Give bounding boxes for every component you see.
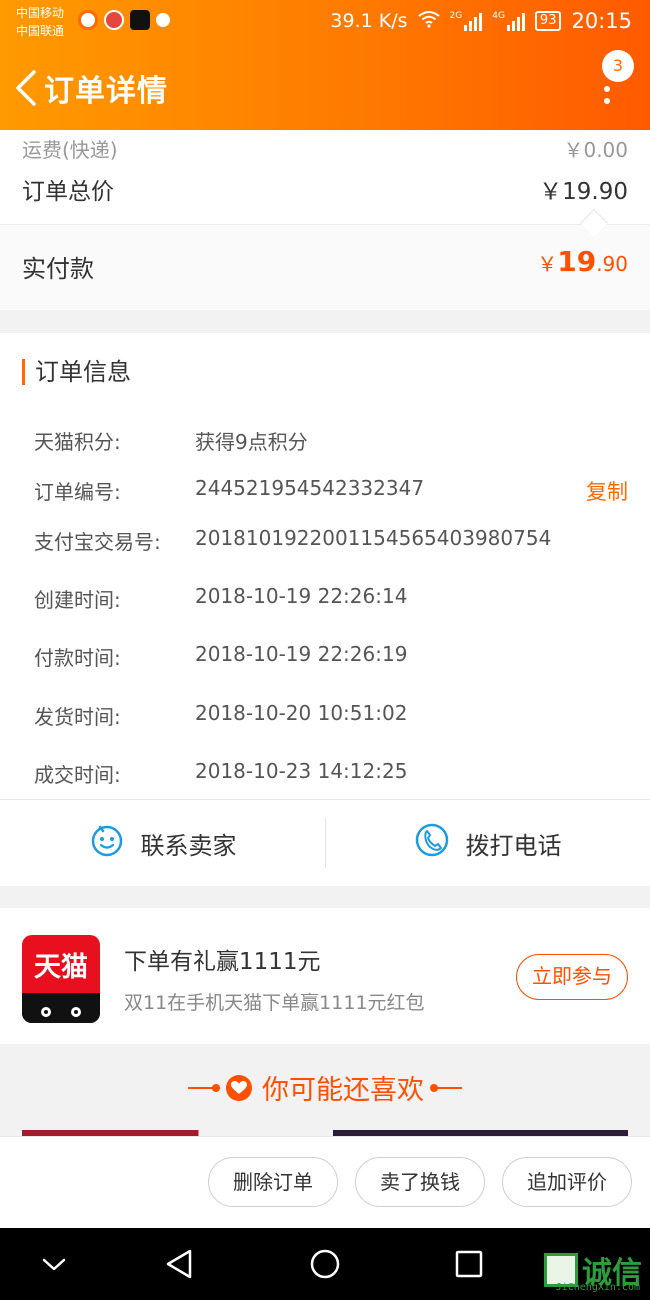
add-review-button[interactable]: 追加评价 [502,1157,632,1207]
promo-title: 下单有礼赢1111元 [124,949,321,975]
tmall-cat-icon [22,993,100,1023]
carrier-2: 中国联通 [16,24,65,38]
info-label: 创建时间: [34,588,121,612]
phone-icon [414,822,450,864]
chat-smile-icon [89,822,125,864]
info-value: 2018-10-19 22:26:14 [195,584,408,608]
order-action-bar: 删除订单 卖了换钱 追加评价 [0,1136,650,1228]
paid-row: 实付款 ￥19.90 [0,225,650,310]
decor-line [430,1083,462,1092]
join-now-button[interactable]: 立即参与 [516,954,628,1000]
info-row-completed: 成交时间: 2018-10-23 14:12:25 [34,759,628,789]
tmall-logo-text: 天猫 [34,952,88,983]
status-bar: 中国移动 中国联通 39.1 K/s 2G 4G 93 20:15 [0,0,650,44]
promo-subtitle: 双11在手机天猫下单赢1111元红包 [124,992,425,1014]
divider [0,224,650,225]
recommend-title: 你可能还喜欢 [262,1075,424,1106]
info-value: 2018-10-20 10:51:02 [195,701,408,725]
top-bar: 中国移动 中国联通 39.1 K/s 2G 4G 93 20:15 订单详情 3 [0,0,650,130]
info-value: 2018-10-19 22:26:19 [195,642,408,666]
info-label: 发货时间: [34,705,121,729]
paid-integer: 19 [557,245,597,278]
shipping-row: 运费(快递) ￥0.00 [22,134,628,163]
more-dot-icon [604,98,610,104]
info-value: 获得9点积分 [195,430,308,454]
notification-icons [78,10,170,30]
paid-currency: ￥ [537,252,558,276]
more-dot-icon [604,86,610,92]
contact-seller-button[interactable]: 联系卖家 [0,800,325,886]
info-value: 2018-10-23 14:12:25 [195,759,408,783]
battery-icon: 93 [534,11,562,31]
carrier-1: 中国移动 [16,6,65,20]
order-info-section: 订单信息 天猫积分: 获得9点积分 订单编号: 2445219545423323… [0,333,650,886]
paid-label: 实付款 [22,255,94,283]
call-phone-button[interactable]: 拨打电话 [325,800,650,886]
signal-icon-1: 2G [450,11,483,31]
total-value: ￥19.90 [539,179,628,205]
decor-line [188,1083,220,1092]
info-label: 成交时间: [34,763,121,787]
net-speed: 39.1 K/s [330,10,408,32]
info-label: 订单编号: [34,480,121,504]
shipping-value: ￥0.00 [563,138,628,162]
carrier-info: 中国移动 中国联通 [16,4,64,40]
status-right: 39.1 K/s 2G 4G 93 20:15 [330,9,632,33]
info-value: 2018101922001154565403980754 [195,526,552,550]
nav-back-icon[interactable] [162,1246,198,1282]
resell-button[interactable]: 卖了换钱 [355,1157,485,1207]
watermark-subtext: JiChengXin.com [555,1282,640,1293]
wifi-icon [417,9,440,33]
call-phone-label: 拨打电话 [465,831,562,860]
total-row: 订单总价 ￥19.90 [22,172,628,206]
copy-button[interactable]: 复制 [586,476,628,506]
info-row-shipped: 发货时间: 2018-10-20 10:51:02 [34,701,628,731]
info-label: 支付宝交易号: [34,530,161,554]
info-value: 244521954542332347 [195,476,425,500]
recommend-section: 你可能还喜欢 [0,1044,650,1136]
paid-amount: ￥19.90 [537,245,628,278]
info-row-points: 天猫积分: 获得9点积分 [34,426,628,456]
location-icon [156,13,170,27]
price-summary: 运费(快递) ￥0.00 订单总价 ￥19.90 实付款 ￥19.90 [0,130,650,310]
info-label: 付款时间: [34,646,121,670]
total-label: 订单总价 [22,179,114,205]
contact-bar: 联系卖家 拨打电话 [0,800,650,886]
tiktok-icon [130,10,150,30]
header: 订单详情 3 [0,44,650,130]
nav-home-icon[interactable] [307,1246,343,1282]
info-label: 天猫积分: [34,430,121,454]
chevron-down-icon[interactable] [36,1246,72,1282]
clock: 20:15 [571,9,632,33]
back-arrow-icon[interactable] [12,70,42,106]
message-count-badge[interactable]: 3 [602,50,634,82]
page-title: 订单详情 [44,74,168,109]
weibo-icon [78,10,98,30]
nav-recents-icon[interactable] [451,1246,487,1282]
info-row-created: 创建时间: 2018-10-19 22:26:14 [34,584,628,614]
system-nav-bar: 诚信 JiChengXin.com [0,1228,650,1300]
info-row-alipay-number: 支付宝交易号: 2018101922001154565403980754 [34,526,628,556]
promo-banner[interactable]: 天猫 下单有礼赢1111元 双11在手机天猫下单赢1111元红包 立即参与 [0,908,650,1044]
signal-icon-2: 4G [492,11,525,31]
paid-decimal: .90 [596,252,628,276]
info-row-order-number: 订单编号: 244521954542332347 复制 [34,476,628,506]
contact-seller-label: 联系卖家 [140,831,237,860]
delete-order-button[interactable]: 删除订单 [208,1157,338,1207]
app-notification-icon [104,10,124,30]
shipping-label: 运费(快递) [22,138,118,162]
tmall-logo: 天猫 [22,935,100,1023]
heart-icon [226,1074,252,1101]
recommend-header: 你可能还喜欢 [0,1068,650,1107]
section-title: 订单信息 [22,359,131,385]
info-row-paid: 付款时间: 2018-10-19 22:26:19 [34,642,628,672]
